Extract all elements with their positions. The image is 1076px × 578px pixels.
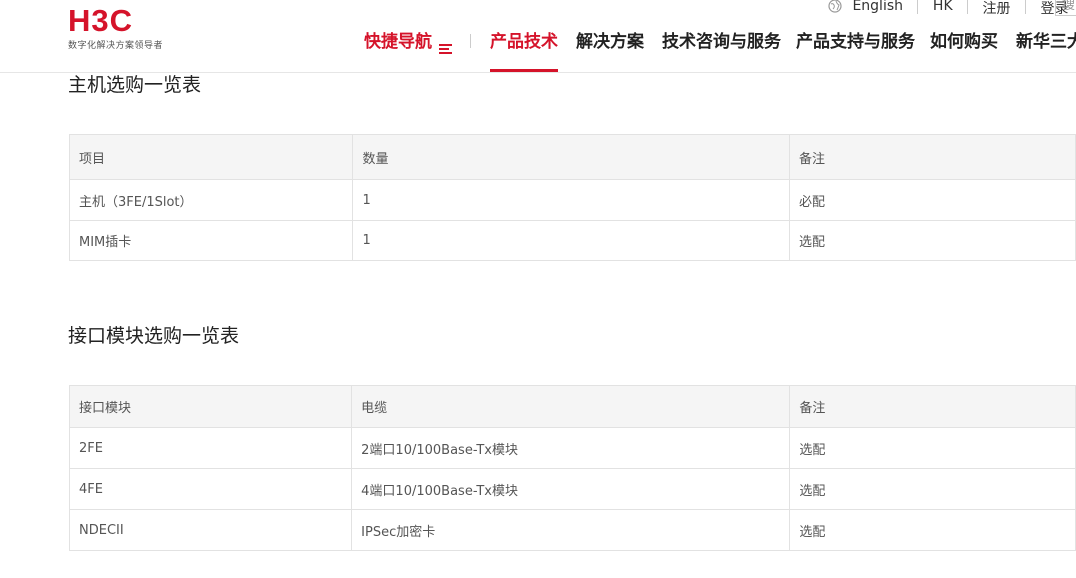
nav-item-consulting[interactable]: 技术咨询与服务 — [662, 30, 781, 72]
table-cell: 选配 — [788, 220, 1076, 261]
table-cell: 1 — [352, 179, 790, 221]
header-cell: 接口模块 — [68, 385, 353, 428]
table-row: 主机（3FE/1Slot） 1 必配 — [68, 179, 1076, 221]
table-cell: 1 — [352, 220, 790, 261]
globe-icon — [828, 0, 842, 13]
menu-icon — [439, 37, 452, 54]
interface-section-title: 接口模块选购一览表 — [68, 325, 240, 347]
table-row: 4FE 4端口10/100Base-Tx模块 选配 — [68, 468, 1076, 510]
site-header: H3C 数字化解决方案领导者 English HK 注册 登录 搜 快捷导航 产… — [0, 0, 1076, 73]
nav-item-products[interactable]: 产品技术 — [490, 30, 558, 72]
table-cell: 4端口10/100Base-Tx模块 — [351, 468, 791, 510]
table-cell: 2FE — [68, 427, 353, 469]
language-link[interactable]: English — [852, 0, 903, 14]
register-link[interactable]: 注册 — [983, 0, 1011, 18]
h3c-logo[interactable]: H3C 数字化解决方案领导者 — [68, 3, 172, 54]
divider — [1025, 0, 1026, 14]
logo-tagline: 数字化解决方案领导者 — [68, 41, 164, 51]
region-link[interactable]: HK — [933, 0, 953, 14]
header-cell: 数量 — [352, 134, 790, 180]
host-table: 项目 数量 备注 主机（3FE/1Slot） 1 必配 MIM插卡 1 选配 — [68, 134, 1076, 261]
table-cell: 选配 — [789, 509, 1076, 551]
table-row: MIM插卡 1 选配 — [68, 220, 1076, 261]
nav-item-support[interactable]: 产品支持与服务 — [796, 30, 915, 72]
interface-table: 接口模块 电缆 备注 2FE 2端口10/100Base-Tx模块 选配 4FE… — [68, 385, 1076, 551]
table-header-row: 接口模块 电缆 备注 — [68, 385, 1076, 428]
nav-item-how-to-buy[interactable]: 如何购买 — [930, 30, 998, 72]
search-input[interactable]: 搜 — [1055, 0, 1076, 16]
header-cell: 项目 — [68, 134, 354, 180]
divider — [967, 0, 969, 14]
table-cell: 2端口10/100Base-Tx模块 — [351, 427, 791, 469]
table-cell: NDECII — [68, 509, 353, 551]
table-row: 2FE 2端口10/100Base-Tx模块 选配 — [68, 427, 1076, 469]
table-header-row: 项目 数量 备注 — [68, 134, 1076, 180]
header-cell: 备注 — [789, 385, 1076, 428]
table-cell: 4FE — [68, 468, 353, 510]
header-cell: 电缆 — [351, 385, 791, 428]
quick-nav-label: 快捷导航 — [364, 32, 432, 52]
nav-item-about[interactable]: 新华三大 — [1016, 30, 1076, 72]
table-cell: MIM插卡 — [68, 220, 354, 261]
table-cell: 主机（3FE/1Slot） — [68, 179, 354, 221]
table-cell: IPSec加密卡 — [351, 509, 791, 551]
quick-nav-button[interactable]: 快捷导航 — [364, 30, 452, 72]
table-cell: 选配 — [789, 468, 1076, 510]
logo-mark: H3C — [68, 3, 134, 38]
nav-divider — [470, 34, 471, 48]
header-cell: 备注 — [788, 134, 1076, 180]
table-cell: 选配 — [789, 427, 1076, 469]
host-section-title: 主机选购一览表 — [68, 74, 202, 96]
divider — [917, 0, 919, 14]
table-row: NDECII IPSec加密卡 选配 — [68, 509, 1076, 551]
nav-item-solutions[interactable]: 解决方案 — [576, 30, 644, 72]
top-links: English HK 注册 登录 — [828, 0, 1068, 18]
table-cell: 必配 — [788, 179, 1076, 221]
